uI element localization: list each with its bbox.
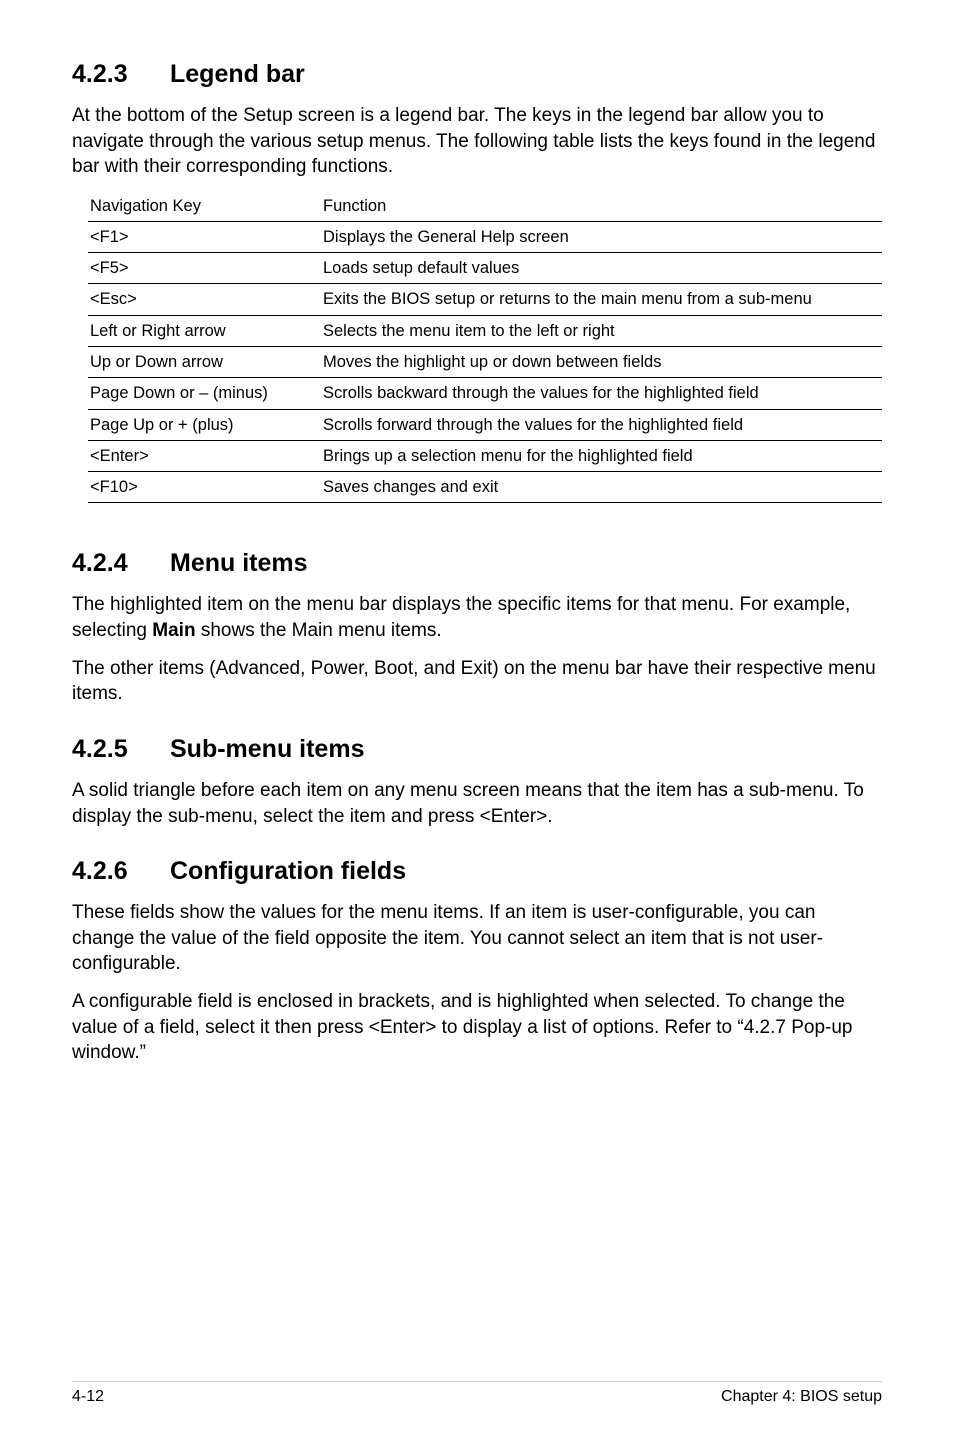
nav-function-cell: Selects the menu item to the left or rig…: [321, 315, 882, 346]
config-fields-paragraph-1: These fields show the values for the men…: [72, 900, 882, 977]
table-row: Page Up or + (plus) Scrolls forward thro…: [88, 409, 882, 440]
section-heading-legend-bar: 4.2.3 Legend bar: [72, 60, 882, 89]
section-number: 4.2.6: [72, 857, 128, 885]
config-fields-paragraph-2: A configurable field is enclosed in brac…: [72, 989, 882, 1066]
table-row: <F5> Loads setup default values: [88, 253, 882, 284]
table-row: <Enter> Brings up a selection menu for t…: [88, 440, 882, 471]
section-title: Legend bar: [170, 60, 305, 88]
section-heading-menu-items: 4.2.4 Menu items: [72, 549, 882, 578]
section-title: Menu items: [170, 549, 308, 577]
nav-function-cell: Moves the highlight up or down between f…: [321, 346, 882, 377]
navigation-keys-table: Navigation Key Function <F1> Displays th…: [88, 192, 882, 503]
section-heading-configuration-fields: 4.2.6 Configuration fields: [72, 857, 882, 886]
table-row: <F1> Displays the General Help screen: [88, 221, 882, 252]
table-header-row: Navigation Key Function: [88, 192, 882, 222]
table-row: <F10> Saves changes and exit: [88, 472, 882, 503]
paragraph-text: shows the Main menu items.: [196, 620, 442, 641]
section-number: 4.2.4: [72, 549, 128, 577]
nav-function-cell: Scrolls backward through the values for …: [321, 378, 882, 409]
nav-key-cell: Up or Down arrow: [88, 346, 321, 377]
table-row: Up or Down arrow Moves the highlight up …: [88, 346, 882, 377]
section-title: Sub-menu items: [170, 735, 364, 763]
section-heading-submenu-items: 4.2.5 Sub-menu items: [72, 735, 882, 764]
nav-function-cell: Saves changes and exit: [321, 472, 882, 503]
nav-key-cell: <F5>: [88, 253, 321, 284]
submenu-paragraph: A solid triangle before each item on any…: [72, 778, 882, 829]
nav-function-cell: Loads setup default values: [321, 253, 882, 284]
nav-function-cell: Scrolls forward through the values for t…: [321, 409, 882, 440]
nav-key-cell: <F1>: [88, 221, 321, 252]
table-row: Page Down or – (minus) Scrolls backward …: [88, 378, 882, 409]
nav-key-cell: <Enter>: [88, 440, 321, 471]
nav-key-cell: <F10>: [88, 472, 321, 503]
menu-items-paragraph-1: The highlighted item on the menu bar dis…: [72, 592, 882, 643]
nav-function-cell: Displays the General Help screen: [321, 221, 882, 252]
bold-main: Main: [152, 620, 195, 641]
nav-function-cell: Brings up a selection menu for the highl…: [321, 440, 882, 471]
nav-key-cell: <Esc>: [88, 284, 321, 315]
table-header-function: Function: [321, 192, 882, 222]
section-number: 4.2.3: [72, 60, 128, 88]
table-row: <Esc> Exits the BIOS setup or returns to…: [88, 284, 882, 315]
table-row: Left or Right arrow Selects the menu ite…: [88, 315, 882, 346]
section-title: Configuration fields: [170, 857, 406, 885]
chapter-label: Chapter 4: BIOS setup: [721, 1388, 882, 1406]
section-intro-paragraph: At the bottom of the Setup screen is a l…: [72, 103, 882, 180]
table-header-key: Navigation Key: [88, 192, 321, 222]
nav-key-cell: Page Down or – (minus): [88, 378, 321, 409]
nav-key-cell: Page Up or + (plus): [88, 409, 321, 440]
nav-key-cell: Left or Right arrow: [88, 315, 321, 346]
section-number: 4.2.5: [72, 735, 128, 763]
page-number: 4-12: [72, 1388, 104, 1406]
nav-function-cell: Exits the BIOS setup or returns to the m…: [321, 284, 882, 315]
page-footer: 4-12 Chapter 4: BIOS setup: [72, 1381, 882, 1406]
menu-items-paragraph-2: The other items (Advanced, Power, Boot, …: [72, 656, 882, 707]
